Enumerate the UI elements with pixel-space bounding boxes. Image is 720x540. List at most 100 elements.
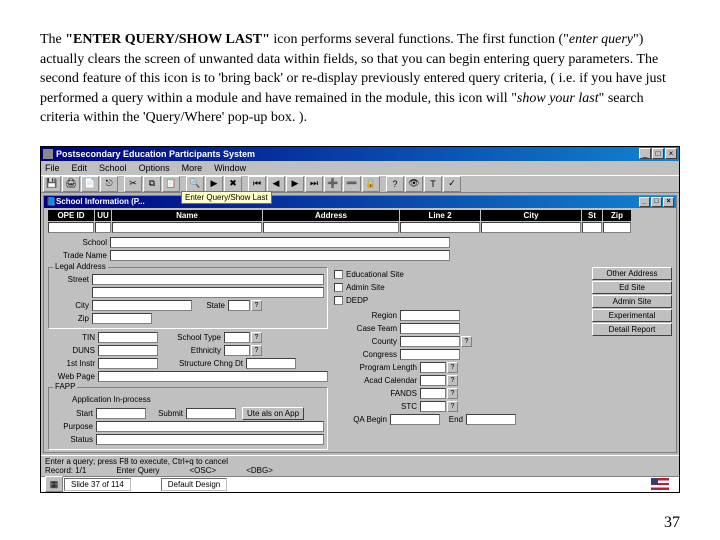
remove-record-icon[interactable]: ➖ — [343, 176, 361, 192]
region-input[interactable] — [400, 310, 460, 321]
ethnicity-lookup[interactable]: ? — [251, 345, 262, 356]
sub-maximize-button[interactable]: □ — [651, 197, 662, 207]
la-state-input[interactable] — [228, 300, 250, 311]
state-lookup-button[interactable]: ? — [251, 300, 262, 311]
web-page-input[interactable] — [98, 371, 328, 382]
state-label: State — [192, 301, 228, 310]
subwindow-title: School Information (P... — [56, 197, 145, 206]
eye-icon[interactable]: 👁 — [405, 176, 423, 192]
help-icon[interactable]: ? — [386, 176, 404, 192]
close-button[interactable]: × — [665, 148, 677, 159]
check-icon[interactable]: ✓ — [443, 176, 461, 192]
case-team-input[interactable] — [400, 323, 460, 334]
exit-icon[interactable]: ⎋ — [100, 176, 118, 192]
ute-alson-app-button[interactable]: Ute als on App — [242, 407, 304, 420]
county-lookup[interactable]: ? — [461, 336, 472, 347]
lock-record-icon[interactable]: 🔒 — [362, 176, 380, 192]
dedp-checkbox[interactable] — [334, 296, 343, 305]
admin-site-button[interactable]: Admin Site — [592, 295, 672, 308]
print-setup-icon[interactable]: 📄 — [81, 176, 99, 192]
dedp-label: DEDP — [346, 296, 368, 305]
sub-minimize-button[interactable]: _ — [639, 197, 650, 207]
enter-query-icon[interactable]: 🔍 Enter Query/Show Last — [186, 176, 204, 192]
congress-input[interactable] — [400, 349, 460, 360]
menu-edit[interactable]: Edit — [72, 163, 88, 173]
structure-chng-input[interactable] — [246, 358, 296, 369]
educational-site-checkbox[interactable] — [334, 270, 343, 279]
city-input[interactable] — [481, 222, 581, 233]
ethnicity-label: Ethnicity — [158, 346, 224, 355]
ope-id-input[interactable] — [48, 222, 94, 233]
la-zip-input[interactable] — [92, 313, 152, 324]
la-city-input[interactable] — [92, 300, 192, 311]
text-icon[interactable]: T — [424, 176, 442, 192]
street2-input[interactable] — [92, 287, 324, 298]
fands-lookup[interactable]: ? — [447, 388, 458, 399]
zip-input[interactable] — [603, 222, 631, 233]
name-input[interactable] — [112, 222, 262, 233]
county-input[interactable] — [400, 336, 460, 347]
uu-input[interactable] — [95, 222, 111, 233]
menu-window[interactable]: Window — [214, 163, 246, 173]
other-address-button[interactable]: Other Address — [592, 267, 672, 280]
menu-school[interactable]: School — [99, 163, 127, 173]
first-record-icon[interactable]: ⏮ — [248, 176, 266, 192]
school-type-lookup[interactable]: ? — [251, 332, 262, 343]
zip-label: Zip — [52, 314, 92, 323]
trade-name-input[interactable] — [110, 250, 450, 261]
side-button-panel: Other Address Ed Site Admin Site Experim… — [592, 267, 672, 450]
cut-icon[interactable]: ✂ — [124, 176, 142, 192]
start-input[interactable] — [96, 408, 146, 419]
acad-calendar-lookup[interactable]: ? — [447, 375, 458, 386]
save-icon[interactable]: 💾 — [43, 176, 61, 192]
experimental-button[interactable]: Experimental — [592, 309, 672, 322]
duns-input[interactable] — [98, 345, 158, 356]
program-length-input[interactable] — [420, 362, 446, 373]
qa-begin-input[interactable] — [390, 414, 440, 425]
admin-site-checkbox[interactable] — [334, 283, 343, 292]
ed-site-button[interactable]: Ed Site — [592, 281, 672, 294]
region-label: Region — [334, 311, 400, 320]
submit-input[interactable] — [186, 408, 236, 419]
print-icon[interactable]: 🖨 — [62, 176, 80, 192]
line2-input[interactable] — [400, 222, 480, 233]
admin-site-label: Admin Site — [346, 283, 385, 292]
menu-options[interactable]: Options — [139, 163, 170, 173]
ethnicity-input[interactable] — [224, 345, 250, 356]
first-instr-input[interactable] — [98, 358, 158, 369]
cancel-query-icon[interactable]: ✖ — [224, 176, 242, 192]
minimize-button[interactable]: _ — [639, 148, 651, 159]
tooltip: Enter Query/Show Last — [181, 191, 272, 204]
st-input[interactable] — [582, 222, 602, 233]
acad-calendar-input[interactable] — [420, 375, 446, 386]
school-input[interactable] — [110, 237, 450, 248]
insert-record-icon[interactable]: ➕ — [324, 176, 342, 192]
stc-input[interactable] — [420, 401, 446, 412]
program-length-lookup[interactable]: ? — [447, 362, 458, 373]
legal-address-legend: Legal Address — [53, 262, 108, 271]
school-type-input[interactable] — [224, 332, 250, 343]
street-input[interactable] — [92, 274, 324, 285]
menu-file[interactable]: File — [45, 163, 60, 173]
fands-input[interactable] — [420, 388, 446, 399]
menu-more[interactable]: More — [182, 163, 203, 173]
copy-icon[interactable]: ⧉ — [143, 176, 161, 192]
tin-input[interactable] — [98, 332, 158, 343]
address-input[interactable] — [263, 222, 399, 233]
status-input[interactable] — [96, 434, 324, 445]
maximize-button[interactable]: □ — [652, 148, 664, 159]
sub-close-button[interactable]: × — [663, 197, 674, 207]
paste-icon[interactable]: 📋 — [162, 176, 180, 192]
purpose-input[interactable] — [96, 421, 324, 432]
toolbar: 💾 🖨 📄 ⎋ ✂ ⧉ 📋 🔍 Enter Query/Show Last ▶ … — [41, 175, 679, 193]
end-input[interactable] — [466, 414, 516, 425]
view-icon[interactable]: ▦ — [45, 476, 63, 492]
stc-lookup[interactable]: ? — [447, 401, 458, 412]
web-page-label: Web Page — [48, 372, 98, 381]
detail-report-button[interactable]: Detail Report — [592, 323, 672, 336]
next-record-icon[interactable]: ▶ — [286, 176, 304, 192]
last-record-icon[interactable]: ⏭ — [305, 176, 323, 192]
bottom-bar: ▦ Slide 37 of 114 Default Design — [41, 476, 679, 492]
prev-record-icon[interactable]: ◀ — [267, 176, 285, 192]
execute-query-icon[interactable]: ▶ — [205, 176, 223, 192]
